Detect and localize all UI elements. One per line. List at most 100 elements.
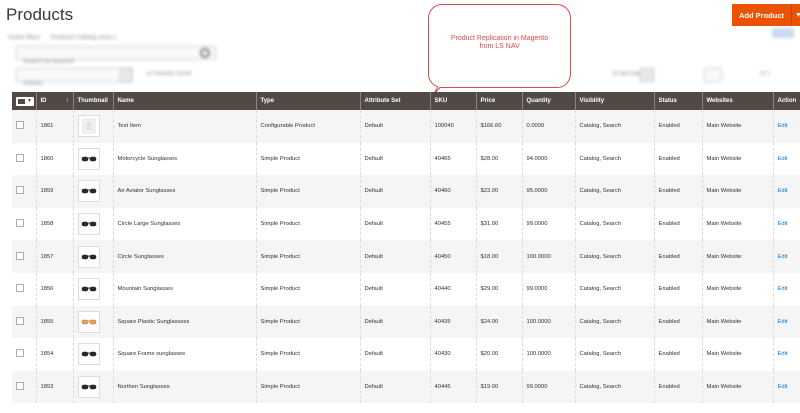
cell-attribute-set: Default [360,110,431,143]
actions-dropdown-icon[interactable] [120,68,132,82]
chevron-down-icon[interactable]: ▼ [791,4,800,26]
edit-link[interactable]: Edit [778,319,788,325]
row-checkbox[interactable] [16,284,24,293]
sunglasses-thumbnail[interactable] [77,278,100,301]
cell-name: Square Plastic Sunglassess [113,305,257,339]
cell-id: 1854 [36,338,74,371]
edit-link[interactable]: Edit [778,123,788,129]
row-checkbox[interactable] [16,153,24,162]
cell-websites: Main Website [702,207,774,241]
row-checkbox[interactable] [16,382,24,391]
thumbnail-cell [73,240,114,273]
thumbnail-cell [73,338,114,371]
row-checkbox[interactable] [16,251,24,260]
cell-status: Enabled [654,272,703,306]
column-quantity[interactable]: Quantity [522,92,576,110]
table-row[interactable]: 1857 Circle Sunglasses Simple Product Defau… [12,240,800,273]
sunglasses-thumbnail[interactable] [77,147,100,170]
cell-price: $166.60 [476,110,523,143]
search-placeholder: Search by keyword [23,59,75,65]
cell-visibility: Catalog, Search [575,175,655,208]
column-type[interactable]: Type [256,92,361,110]
column-status[interactable]: Status [654,92,703,110]
action-cell: Edit [773,207,800,241]
edit-link[interactable]: Edit [778,286,788,292]
row-checkbox[interactable] [16,121,24,130]
mass-select-header[interactable]: ▼ [12,92,37,110]
row-select-cell [12,240,37,273]
sunglasses-thumbnail[interactable] [77,376,100,399]
table-row[interactable]: 1861 Test Item Configurable Product Default… [12,110,800,143]
table-row[interactable]: 1853 Northen Sunglasses Simple Product Defa… [12,370,800,404]
search-icon[interactable] [200,48,210,58]
column-websites[interactable]: Websites [702,92,774,110]
cell-price: $19.00 [476,370,523,404]
per-page-dropdown-icon[interactable] [640,68,654,82]
table-row[interactable]: 1859 Air Aviator Sunglasses Simple Product… [12,175,800,208]
cell-sku: 40440 [430,272,477,306]
cell-websites: Main Website [702,305,774,339]
cell-type: Simple Product [256,272,361,306]
cell-name: Test Item [113,110,257,143]
row-checkbox[interactable] [16,349,24,358]
cell-quantity: 100.0000 [522,240,576,273]
sunglasses-thumbnail[interactable] [77,343,100,366]
chevron-down-icon: ▼ [27,98,32,104]
column-action: Action [773,92,800,110]
row-checkbox[interactable] [16,316,24,325]
edit-link[interactable]: Edit [778,188,788,194]
cell-quantity: 95.0000 [522,175,576,208]
action-cell: Edit [773,142,800,176]
row-checkbox[interactable] [16,186,24,195]
cell-sku: 40435 [430,305,477,339]
sunglasses-thumbnail[interactable] [77,245,100,268]
search-input[interactable]: Search by keyword [16,46,216,65]
add-product-button[interactable]: Add Product [732,4,791,26]
cell-visibility: Catalog, Search [575,305,655,339]
placeholder-image-icon[interactable] [77,115,100,138]
column-name[interactable]: Name [113,92,257,110]
edit-link[interactable]: Edit [778,156,788,162]
column-price[interactable]: Price [476,92,523,110]
sunglasses-thumbnail[interactable] [77,310,100,333]
cell-price: $24.00 [476,305,523,339]
sunglasses-thumbnail[interactable] [77,213,100,236]
row-select-cell [12,110,37,143]
table-row[interactable]: 1858 Circle Large Sunglasses Simple Produc… [12,207,800,241]
cell-name: Square Frame sunglasses [113,338,257,371]
cell-price: $28.00 [476,142,523,176]
column-id-label: ID [40,98,47,104]
mass-select-checkbox[interactable]: ▼ [16,96,34,106]
cell-price: $23.00 [476,175,523,208]
table-row[interactable]: 1860 Motorcycle Sunglasses Simple Product D… [12,142,800,176]
view-toggle[interactable] [772,28,794,38]
cell-attribute-set: Default [360,305,431,339]
edit-link[interactable]: Edit [778,384,788,390]
prev-page-button[interactable] [704,68,722,82]
edit-link[interactable]: Edit [778,254,788,260]
cell-websites: Main Website [702,175,774,208]
cell-status: Enabled [654,142,703,176]
sunglasses-thumbnail[interactable] [77,180,100,203]
table-row[interactable]: 1855 Square Plastic Sunglassess Simple Pro… [12,305,800,339]
column-id[interactable]: ID ↑ [36,92,74,110]
table-row[interactable]: 1856 Mountain Sunglasses Simple Product Def… [12,272,800,306]
table-row[interactable]: 1854 Square Frame sunglasses Simple Produc… [12,338,800,371]
cell-price: $29.00 [476,272,523,306]
column-attribute-set[interactable]: Attribute Set [360,92,431,110]
cell-type: Simple Product [256,338,361,371]
cell-sku: 100040 [430,110,477,143]
actions-select[interactable]: Actions [16,68,132,87]
cell-id: 1855 [36,305,74,339]
cell-type: Simple Product [256,305,361,339]
cell-name: Northen Sunglasses [113,370,257,404]
cell-name: Circle Sunglasses [113,240,257,273]
column-sku[interactable]: SKU [430,92,477,110]
edit-link[interactable]: Edit [778,351,788,357]
edit-link[interactable]: Edit [778,221,788,227]
per-page-select[interactable]: 20 per page [612,71,702,77]
row-checkbox[interactable] [16,219,24,228]
column-visibility[interactable]: Visibility [575,92,655,110]
cell-quantity: 99.0000 [522,207,576,241]
cell-id: 1861 [36,110,74,143]
